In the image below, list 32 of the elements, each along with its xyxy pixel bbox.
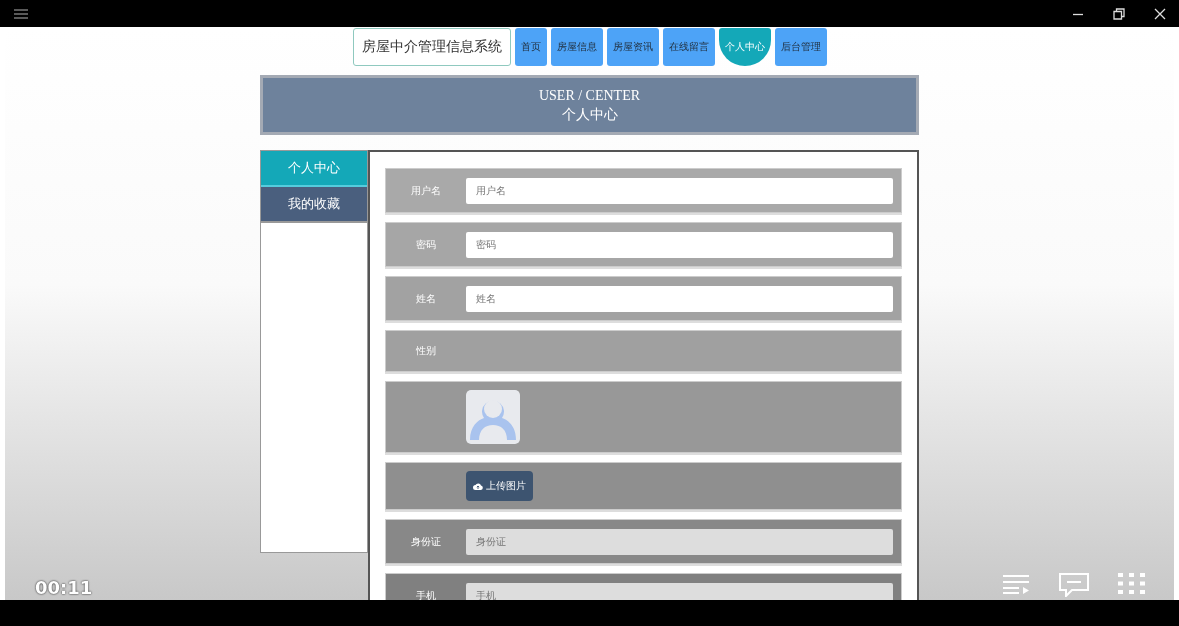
field-label: 用户名 <box>410 183 442 198</box>
input-field[interactable]: 姓名 <box>466 285 893 312</box>
comment-icon[interactable] <box>1059 573 1089 597</box>
playlist-icon[interactable] <box>1002 573 1030 595</box>
menu-icon[interactable] <box>14 8 28 19</box>
input-field[interactable]: 密码 <box>466 231 893 258</box>
sidebar-item[interactable]: 个人中心 <box>261 151 367 187</box>
sidebar-item[interactable]: 我的收藏 <box>261 187 367 223</box>
grid-icon[interactable] <box>1118 573 1146 595</box>
video-time: 00:11 <box>35 577 93 598</box>
field-label: 姓名 <box>415 291 437 306</box>
nav-tab[interactable]: 个人中心 <box>718 28 771 66</box>
input-field[interactable]: 身份证 <box>466 528 893 555</box>
restore-icon[interactable] <box>1112 6 1126 21</box>
nav-tab[interactable]: 房屋资讯 <box>606 28 659 66</box>
field-label: 手机 <box>415 588 437 600</box>
cloud-upload-icon <box>473 482 483 490</box>
site-title: 房屋中介管理信息系统 <box>352 28 511 66</box>
nav-tab[interactable]: 在线留言 <box>662 28 715 66</box>
field-label: 身份证 <box>410 534 442 549</box>
banner-subtitle: 个人中心 <box>561 106 618 124</box>
nav-tab[interactable]: 后台管理 <box>774 28 827 66</box>
banner-title: USER / CENTER <box>538 87 641 105</box>
input-field[interactable]: 用户名 <box>466 177 893 204</box>
field-label: 密码 <box>415 237 437 252</box>
nav-tab[interactable]: 房屋信息 <box>550 28 603 66</box>
close-icon[interactable] <box>1153 6 1167 21</box>
avatar-icon <box>466 390 520 444</box>
input-field[interactable]: 手机 <box>466 582 893 600</box>
nav-tab[interactable]: 首页 <box>514 28 547 66</box>
upload-button[interactable]: 上传图片 <box>466 471 533 501</box>
field-label: 性别 <box>415 344 437 358</box>
